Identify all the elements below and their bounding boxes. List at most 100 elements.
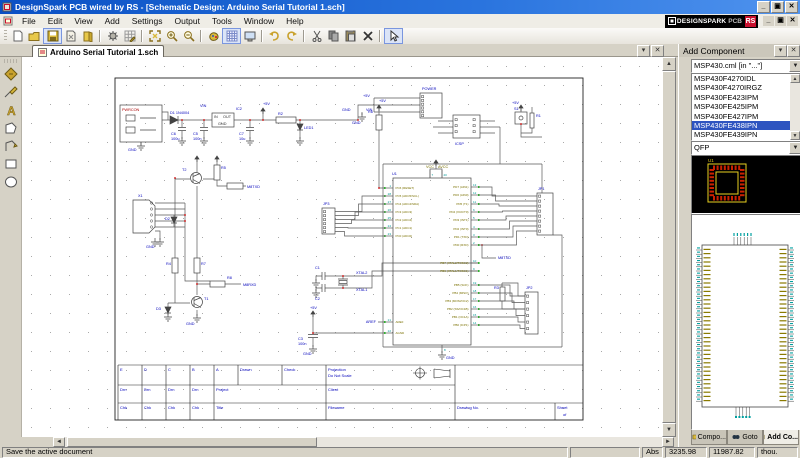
panel-tab-addco[interactable]: Add Co... [763, 430, 799, 445]
component-list-item[interactable]: MSP430FE439IPN [692, 130, 800, 139]
horizontal-scroll-thumb[interactable] [67, 437, 317, 447]
junction-dot [299, 119, 301, 121]
shape-open-tool-button[interactable] [2, 137, 20, 154]
menu-item-edit[interactable]: Edit [42, 14, 69, 28]
zoom-full-button[interactable] [146, 29, 163, 43]
component-list[interactable]: MSP430F4270IDLMSP430F4270IRGZMSP430FE423… [691, 73, 800, 141]
footprint-preview[interactable]: U1 [691, 155, 800, 214]
grid-toggle-button[interactable] [222, 28, 241, 44]
package-combo-dropdown-icon[interactable]: ▼ [789, 142, 800, 154]
scroll-left-button[interactable]: ◄ [53, 437, 65, 447]
library-book-button[interactable] [79, 29, 96, 43]
component-list-item[interactable]: MSP430F4270IRGZ [692, 83, 800, 92]
package-combo[interactable]: QFP ▼ [691, 141, 800, 155]
paste-button[interactable] [342, 29, 359, 43]
list-scroll-up-button[interactable]: ▲ [790, 74, 800, 83]
vertical-scrollbar[interactable]: ▲ ▼ [662, 57, 676, 437]
window-restore-button[interactable]: ▣ [771, 1, 784, 13]
panel-tab-goto[interactable]: Goto [727, 430, 763, 445]
cut-button[interactable] [308, 29, 325, 43]
component-tool-button[interactable] [2, 65, 20, 82]
library-combo-dropdown-icon[interactable]: ▼ [789, 60, 800, 72]
close-document-button[interactable] [62, 29, 79, 43]
save-button[interactable] [43, 28, 62, 44]
mdi-close-button[interactable]: ✕ [787, 16, 798, 26]
mdi-restore-button[interactable]: ▣ [775, 16, 786, 26]
component-list-item[interactable]: MSP430FE423IPM [692, 93, 800, 102]
svg-text:Drawing No.: Drawing No. [457, 405, 479, 410]
svg-text:Drn: Drn [120, 387, 126, 392]
component-list-item[interactable]: MSP430FE438IPN [692, 121, 800, 130]
toolbar-grip[interactable] [4, 30, 7, 42]
menu-item-output[interactable]: Output [168, 14, 206, 28]
component-list-item[interactable]: MSP430FE425IPM [692, 102, 800, 111]
net-label: C5 [193, 132, 198, 136]
screen-refresh-button[interactable] [241, 29, 258, 43]
colors-paint-button[interactable] [205, 29, 222, 43]
menu-item-settings[interactable]: Settings [126, 14, 169, 28]
undo-button[interactable] [266, 29, 283, 43]
component-list-item[interactable]: MSP430F4270IDL [692, 74, 800, 83]
symbol-pin-number-mark [790, 382, 793, 383]
text-tool-button[interactable]: A [2, 101, 20, 118]
horizontal-scrollbar[interactable]: ◄ ► [22, 437, 676, 447]
list-scroll-down-button[interactable]: ▼ [790, 131, 800, 140]
panel-close-button[interactable]: ✕ [787, 45, 800, 57]
symbol-preview[interactable] [691, 214, 800, 430]
shape-polygon-tool-button[interactable] [2, 119, 20, 136]
library-combo[interactable]: MSP430.cml [in "..."] ▼ [691, 59, 800, 73]
pin-label: AREF [396, 320, 404, 324]
design-settings-gear-button[interactable] [104, 29, 121, 43]
pad [710, 194, 715, 196]
panel-tab-compo[interactable]: Compo... [691, 430, 727, 445]
redo-button[interactable] [283, 29, 300, 43]
open-folder-button[interactable] [26, 29, 43, 43]
symbol-pin-number-mark [790, 357, 793, 358]
horizontal-scroll-track[interactable] [65, 437, 662, 447]
symbol-pin-name-mark [780, 299, 787, 300]
menu-item-view[interactable]: View [68, 14, 98, 28]
menu-item-file[interactable]: File [16, 14, 42, 28]
shape-ellipse-tool-button[interactable] [2, 173, 20, 190]
pad [710, 187, 715, 189]
zoom-out-button[interactable] [180, 29, 197, 43]
window-close-button[interactable]: ✕ [785, 1, 798, 13]
shape-rectangle-tool-button[interactable] [2, 155, 20, 172]
junction-dot [378, 187, 380, 189]
menu-item-window[interactable]: Window [238, 14, 280, 28]
menu-item-add[interactable]: Add [99, 14, 126, 28]
select-cursor-button[interactable] [384, 28, 403, 44]
wire-tool-button[interactable] [2, 83, 20, 100]
scroll-up-button[interactable]: ▲ [662, 57, 676, 71]
menu-item-help[interactable]: Help [280, 14, 309, 28]
vertical-scroll-thumb[interactable] [662, 71, 676, 423]
net-label: XTAL2 [356, 271, 367, 275]
component-list-scrollbar[interactable]: ▲ ▼ [790, 74, 800, 140]
net-label: +5V [379, 99, 386, 103]
window-minimize-button[interactable]: _ [757, 1, 770, 13]
menu-item-tools[interactable]: Tools [206, 14, 238, 28]
grid-edit-button[interactable] [121, 29, 138, 43]
symbol-pin-name-mark [780, 324, 787, 325]
schematic-canvas[interactable]: E D C B A Drawn Check Projection Do Not … [22, 57, 662, 437]
left-toolbar-grip[interactable] [4, 59, 17, 63]
symbol-pin-number-mark [697, 361, 700, 362]
svg-text:Chk: Chk [168, 405, 175, 410]
component-list-item[interactable]: MSP430FE427IPM [692, 112, 800, 121]
mdi-minimize-button[interactable]: _ [763, 16, 774, 26]
symbol-pin-name-mark [704, 316, 711, 317]
panel-pin-button[interactable]: ▾ [774, 45, 787, 57]
delete-button[interactable] [359, 29, 376, 43]
copy-button[interactable] [325, 29, 342, 43]
scroll-down-button[interactable]: ▼ [662, 423, 676, 437]
pad [740, 191, 745, 193]
document-icon[interactable] [3, 16, 13, 26]
canvas-pin-button[interactable]: ▾ [637, 45, 650, 57]
new-document-button[interactable] [9, 29, 26, 43]
zoom-in-button[interactable] [163, 29, 180, 43]
scroll-right-button[interactable]: ► [662, 437, 674, 447]
canvas-close-button[interactable]: ✕ [651, 45, 664, 57]
application-window: DesignSpark PCB wired by RS - [Schematic… [0, 0, 800, 458]
panel-tab-label: Add Co... [767, 434, 798, 441]
footprint-preview-drawing: U1 [692, 156, 800, 213]
